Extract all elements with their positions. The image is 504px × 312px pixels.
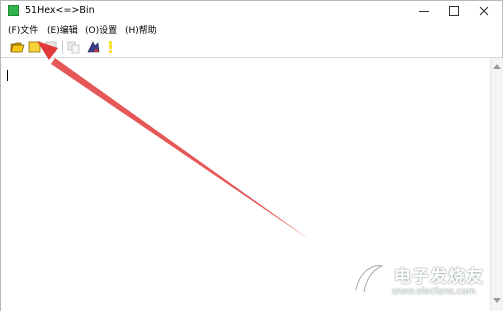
- help-button[interactable]: [103, 40, 118, 54]
- open-button[interactable]: [10, 40, 25, 54]
- text-caret: [7, 70, 8, 81]
- minimize-icon: [419, 10, 429, 12]
- new-button[interactable]: [27, 40, 42, 54]
- maximize-button[interactable]: [439, 1, 469, 21]
- app-window: 51Hex<=>Bin (F)文件 (E)编辑 (O)设置 (H)帮助: [0, 0, 503, 311]
- scroll-down-icon[interactable]: [493, 298, 501, 303]
- maximize-icon: [449, 6, 459, 16]
- close-icon: [479, 6, 489, 16]
- save-button[interactable]: [44, 40, 59, 54]
- scroll-up-icon[interactable]: [493, 64, 501, 69]
- title-bar: 51Hex<=>Bin: [1, 1, 502, 21]
- help-icon: [109, 41, 112, 53]
- toolbar-separator: [62, 41, 63, 54]
- menu-edit[interactable]: (E)编辑: [47, 23, 78, 36]
- window-title: 51Hex<=>Bin: [25, 5, 95, 16]
- toolbar: [1, 37, 502, 58]
- text-editor[interactable]: [1, 58, 491, 311]
- menu-settings[interactable]: (O)设置: [85, 23, 117, 36]
- convert-button[interactable]: [86, 40, 101, 54]
- minimize-button[interactable]: [409, 1, 439, 21]
- copy-button[interactable]: [66, 40, 81, 54]
- menu-file[interactable]: (F)文件: [8, 23, 38, 36]
- app-icon: [8, 5, 19, 16]
- menu-bar: (F)文件 (E)编辑 (O)设置 (H)帮助: [1, 21, 502, 37]
- close-button[interactable]: [469, 1, 499, 21]
- menu-help[interactable]: (H)帮助: [125, 23, 157, 36]
- save-icon: [45, 41, 57, 53]
- vertical-scrollbar[interactable]: [490, 58, 503, 311]
- open-folder-icon: [10, 42, 25, 53]
- new-file-icon: [28, 41, 41, 53]
- convert-icon: [87, 41, 100, 53]
- copy-icon: [67, 41, 80, 54]
